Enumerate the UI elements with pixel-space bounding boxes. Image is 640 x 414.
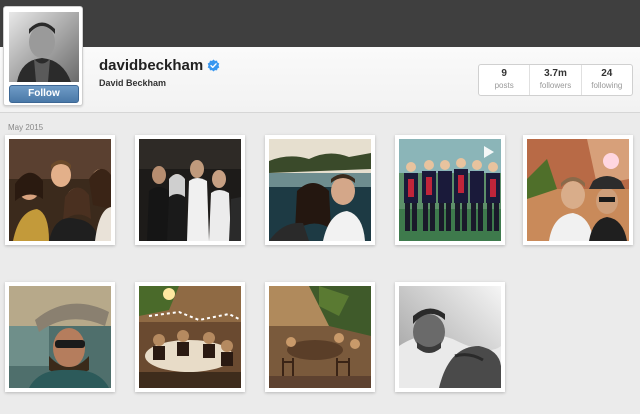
photo-thumbnail[interactable]: [523, 135, 633, 245]
stat-following[interactable]: 24 following: [580, 65, 632, 95]
full-name: David Beckham: [99, 78, 167, 88]
photo-thumbnail[interactable]: [395, 135, 505, 245]
following-count: 24: [601, 68, 613, 79]
photo-thumbnail[interactable]: [5, 135, 115, 245]
follow-button[interactable]: Follow: [9, 85, 79, 103]
username[interactable]: davidbeckham: [99, 57, 203, 74]
following-label: following: [591, 81, 623, 90]
username-row: davidbeckham: [99, 56, 220, 74]
photo-thumbnail[interactable]: [135, 135, 245, 245]
stat-posts[interactable]: 9 posts: [479, 65, 529, 95]
month-label: May 2015: [8, 123, 44, 132]
profile-avatar-card: Follow: [3, 6, 83, 106]
verified-badge-icon: [207, 58, 220, 72]
followers-count: 3.7m: [544, 68, 567, 79]
photo-thumbnail[interactable]: [135, 282, 245, 392]
followers-label: followers: [539, 81, 572, 90]
photo-thumbnail[interactable]: [5, 282, 115, 392]
profile-stats: 9 posts 3.7m followers 24 following: [478, 64, 633, 96]
top-navigation-bar: [0, 0, 640, 47]
avatar[interactable]: [9, 12, 79, 82]
photo-thumbnail[interactable]: [265, 135, 375, 245]
photo-thumbnail[interactable]: [265, 282, 375, 392]
posts-count: 9: [501, 68, 507, 79]
posts-label: posts: [494, 81, 514, 90]
photo-thumbnail[interactable]: [395, 282, 505, 392]
stat-followers[interactable]: 3.7m followers: [529, 65, 580, 95]
video-play-icon: [484, 146, 494, 158]
